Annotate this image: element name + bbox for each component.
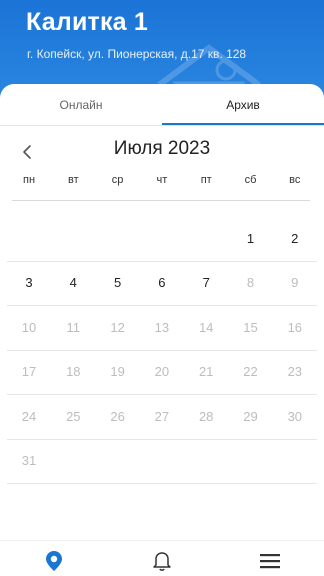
hamburger-menu-icon [260,554,280,569]
calendar-day: 10 [21,319,37,335]
calendar-day: 21 [198,364,214,379]
weekday-label: пт [200,174,212,186]
calendar-day: 31 [21,453,37,468]
weekday-label: вт [67,174,79,186]
tab-divider [0,125,324,126]
calendar-day[interactable]: 6 [140,261,184,305]
nav-notifications[interactable] [148,547,176,575]
weekday-label: чт [156,174,168,186]
calendar-day: 19 [110,364,125,379]
tab-archive[interactable]: Архив [162,84,324,126]
calendar-day: 25 [66,408,81,424]
calendar-day: 29 [243,408,258,424]
weekday-label: пн [22,174,36,186]
bell-icon [153,552,171,571]
calendar-day: 12 [110,319,125,335]
nav-menu[interactable] [256,547,284,575]
calendar-day: 8 [246,275,255,290]
calendar-day[interactable]: 4 [51,261,95,305]
calendar-day[interactable]: 3 [7,261,51,305]
calendar-day: 26 [110,408,125,424]
calendar-day: 17 [21,364,37,379]
calendar-day: 18 [66,364,81,379]
tab-bar: Онлайн Архив [0,84,324,126]
content-sheet: Онлайн Архив Июля 2023 пн вт ср чт пт сб вс 12… [0,84,324,544]
bottom-navigation [0,540,324,576]
tab-online[interactable]: Онлайн [0,84,162,126]
page-title: Калитка 1 [26,8,149,36]
calendar-day: 16 [287,319,303,335]
calendar-day: 13 [154,319,170,335]
address-text: г. Копейск, ул. Пионерская, д.17 кв. 128 [27,47,247,61]
weekday-label: ср [111,174,124,186]
calendar-day: 15 [243,319,258,335]
month-label: Июля 2023 [113,138,211,159]
calendar-day: 30 [287,408,303,424]
weekday-divider [12,200,310,201]
calendar-day[interactable]: 1 [229,216,273,260]
calendar-day: 22 [243,364,258,379]
calendar-day: 20 [154,364,170,379]
week-divider [7,483,317,484]
month-header: Июля 2023 [0,136,324,168]
calendar-day[interactable]: 5 [96,261,140,305]
location-pin-icon [46,551,62,571]
calendar-day: 9 [291,275,299,290]
calendar-day: 14 [198,319,214,335]
weekday-header: пн вт ср чт пт сб вс [7,174,317,194]
calendar-day: 27 [154,408,170,424]
calendar-day: 28 [198,408,214,424]
calendar-day: 23 [287,364,303,379]
weekday-label: сб [244,174,257,186]
nav-home[interactable] [40,547,68,575]
calendar-day: 24 [21,408,37,424]
calendar-day[interactable]: 7 [184,261,228,305]
calendar-day[interactable]: 2 [273,216,317,260]
calendar-day: 11 [66,319,81,335]
week-divider [7,438,317,440]
active-tab-indicator [162,123,324,125]
weekday-label: вс [289,174,301,186]
